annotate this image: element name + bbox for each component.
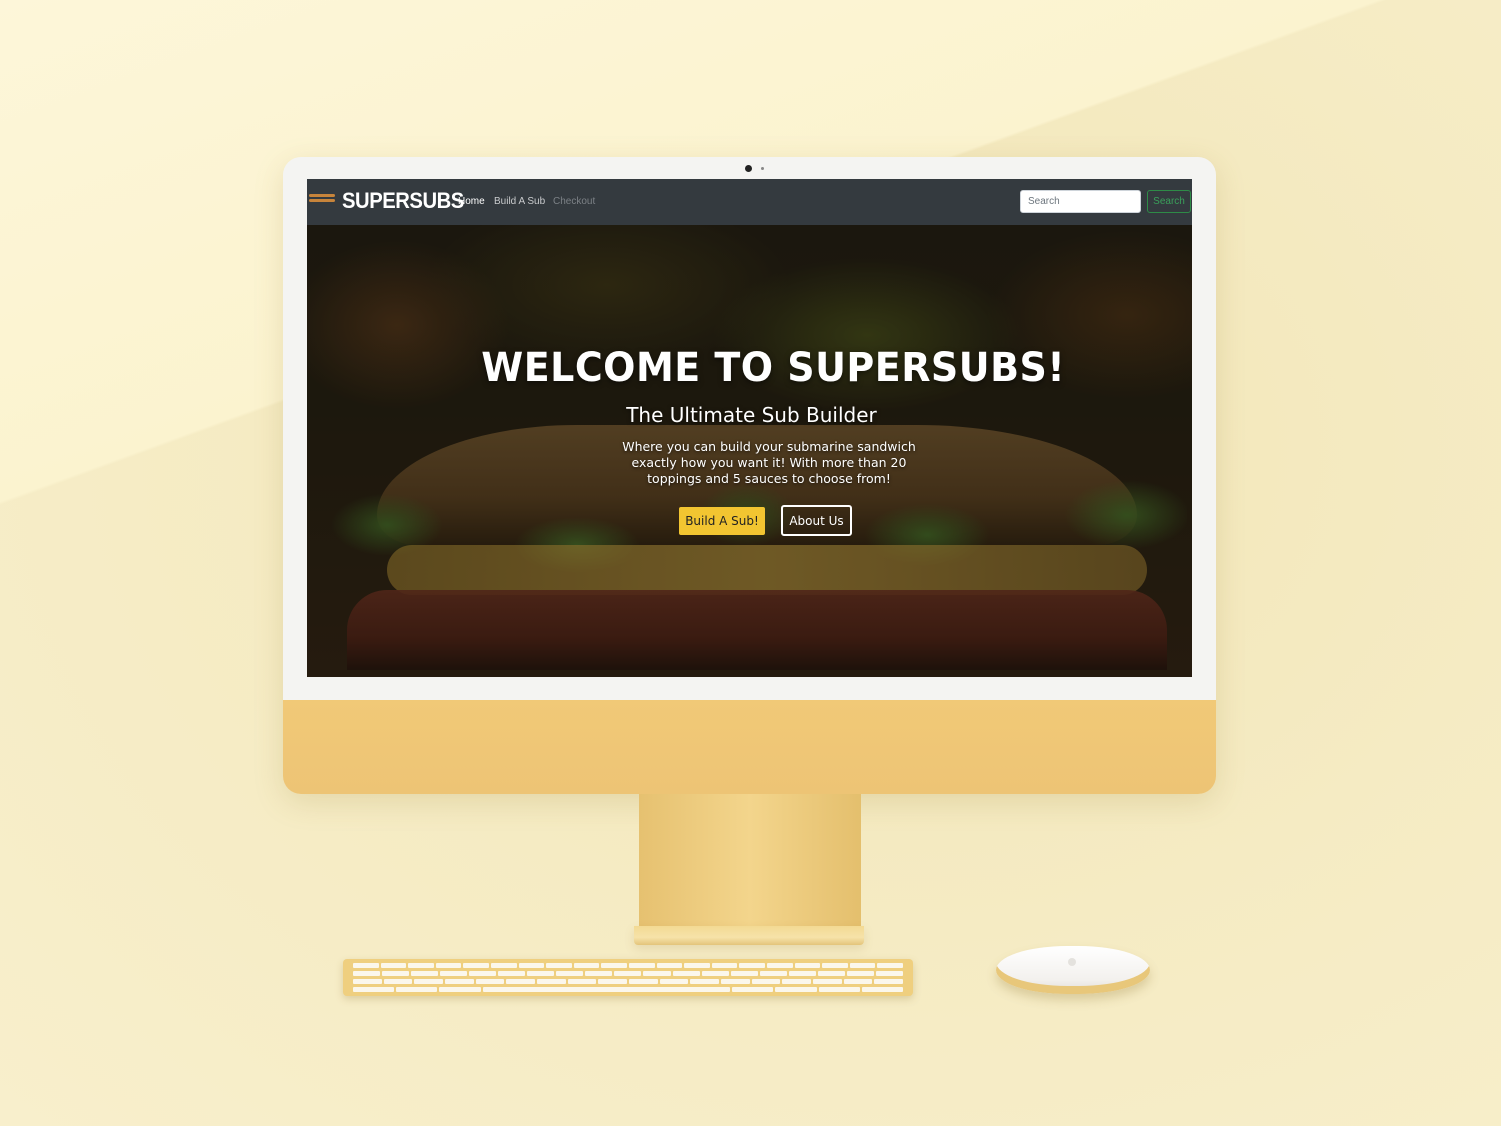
apple-logo-icon <box>1068 958 1076 966</box>
monitor-stand <box>639 794 861 928</box>
hero-description: Where you can build your submarine sandw… <box>622 439 916 486</box>
search-button[interactable]: Search <box>1147 190 1191 213</box>
nav-link-home[interactable]: Home <box>458 196 485 207</box>
monitor-chin <box>283 700 1216 794</box>
about-us-button[interactable]: About Us <box>781 505 852 536</box>
brand-logo[interactable]: SUPERSUBS <box>342 188 464 214</box>
website-screen: SUPERSUBS Home Build A Sub Checkout Sear… <box>307 179 1192 677</box>
keyboard-row <box>353 979 904 984</box>
keyboard-row <box>353 987 904 992</box>
imac-monitor: SUPERSUBS Home Build A Sub Checkout Sear… <box>283 157 1216 794</box>
sub-sandwich-icon[interactable] <box>309 194 335 208</box>
hero-section: WELCOME TO SUPERSUBS! The Ultimate Sub B… <box>307 225 1192 677</box>
nav-link-checkout[interactable]: Checkout <box>553 196 595 207</box>
magic-mouse <box>996 946 1150 994</box>
camera-icon <box>745 165 752 172</box>
monitor-stand-foot <box>634 926 864 945</box>
search-input[interactable] <box>1020 190 1141 213</box>
nav-link-build-a-sub[interactable]: Build A Sub <box>494 196 545 207</box>
monitor-bezel: SUPERSUBS Home Build A Sub Checkout Sear… <box>283 157 1216 700</box>
navbar: SUPERSUBS Home Build A Sub Checkout Sear… <box>307 179 1192 225</box>
camera-sensor <box>761 167 764 170</box>
keyboard <box>343 959 913 996</box>
keyboard-row <box>353 971 903 976</box>
hero-subtitle: The Ultimate Sub Builder <box>626 403 877 427</box>
build-a-sub-button[interactable]: Build A Sub! <box>679 507 765 535</box>
keyboard-row <box>353 963 903 968</box>
hero-title: WELCOME TO SUPERSUBS! <box>481 345 1066 391</box>
